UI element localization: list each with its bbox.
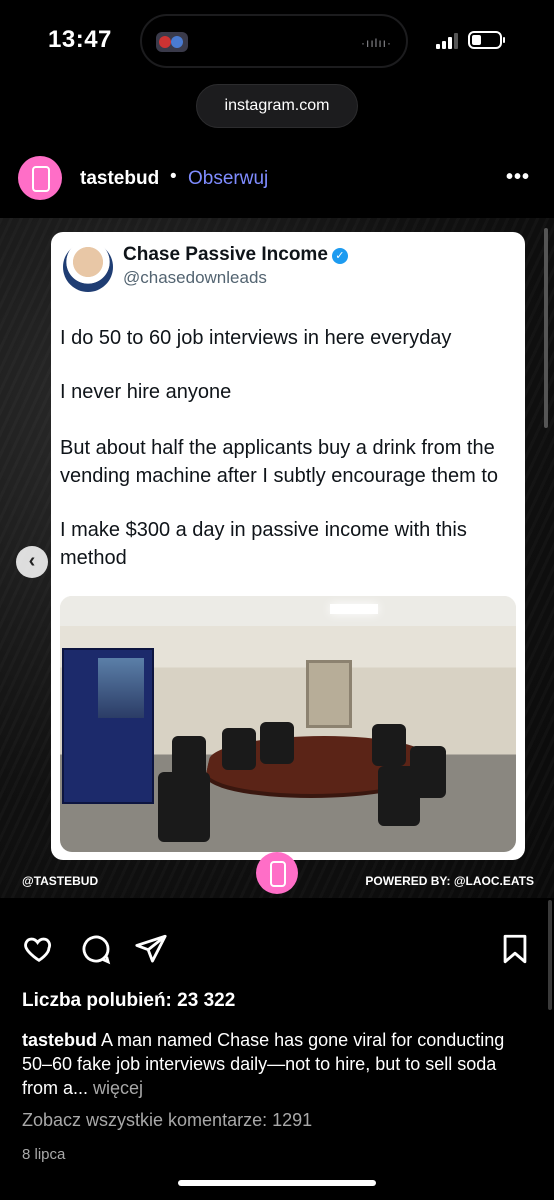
media-credit-left: @TASTEBUD: [22, 874, 99, 888]
likes-count[interactable]: Liczba polubień: 23 322: [22, 990, 235, 1012]
home-indicator[interactable]: [178, 1180, 376, 1186]
separator-dot: •: [170, 166, 177, 187]
tweet-avatar: [63, 242, 113, 292]
ellipsis-icon[interactable]: •••: [506, 166, 530, 189]
media-credit-right: POWERED BY: @LAOC.EATS: [365, 874, 534, 888]
vending-machine-image: [62, 648, 154, 804]
chevron-left-icon[interactable]: ‹: [16, 546, 48, 578]
tweet-card: Chase Passive Income ✓ @chasedownleads I …: [51, 232, 525, 860]
tweet-display-name: Chase Passive Income ✓: [123, 244, 348, 266]
bookmark-icon[interactable]: [498, 932, 532, 966]
brand-logo-icon: [256, 852, 298, 894]
page-scrollbar[interactable]: [548, 900, 552, 1010]
tweet-handle: @chasedownleads: [123, 268, 267, 287]
url-bar[interactable]: instagram.com: [196, 84, 358, 128]
post-media[interactable]: Chase Passive Income ✓ @chasedownleads I …: [0, 218, 554, 898]
status-time: 13:47: [48, 26, 112, 53]
tweet-paragraph: I do 50 to 60 job interviews in here eve…: [60, 327, 452, 349]
caption-more-link[interactable]: więcej: [88, 1078, 143, 1098]
share-icon[interactable]: [134, 932, 168, 966]
verified-badge-icon: ✓: [331, 248, 348, 264]
post-date: 8 lipca: [22, 1146, 66, 1163]
tweet-paragraph: I never hire anyone: [60, 381, 232, 403]
media-scrollbar: [544, 228, 548, 428]
heart-icon[interactable]: [22, 932, 56, 966]
status-bar: 13:47 ·ıılıı·: [0, 0, 554, 80]
tweet-paragraph: I make $300 a day in passive income with…: [60, 519, 467, 569]
live-activity-app-icon: [156, 32, 188, 52]
comment-icon[interactable]: [79, 932, 113, 966]
post-caption: tastebud A man named Chase has gone vira…: [22, 1028, 532, 1100]
conference-room-photo: [60, 596, 516, 852]
battery-icon: [468, 31, 505, 49]
cellular-signal-icon: [436, 33, 460, 49]
follow-button[interactable]: Obserwuj: [188, 168, 268, 190]
tweet-paragraph: But about half the applicants buy a drin…: [60, 437, 499, 487]
audio-wave-icon: ·ıılıı·: [361, 36, 392, 50]
dynamic-island[interactable]: ·ıılıı·: [140, 14, 408, 68]
profile-avatar[interactable]: [18, 156, 62, 200]
view-comments-link[interactable]: Zobacz wszystkie komentarze: 1291: [22, 1110, 312, 1131]
caption-username[interactable]: tastebud: [22, 1030, 97, 1050]
post-username[interactable]: tastebud: [80, 168, 159, 190]
